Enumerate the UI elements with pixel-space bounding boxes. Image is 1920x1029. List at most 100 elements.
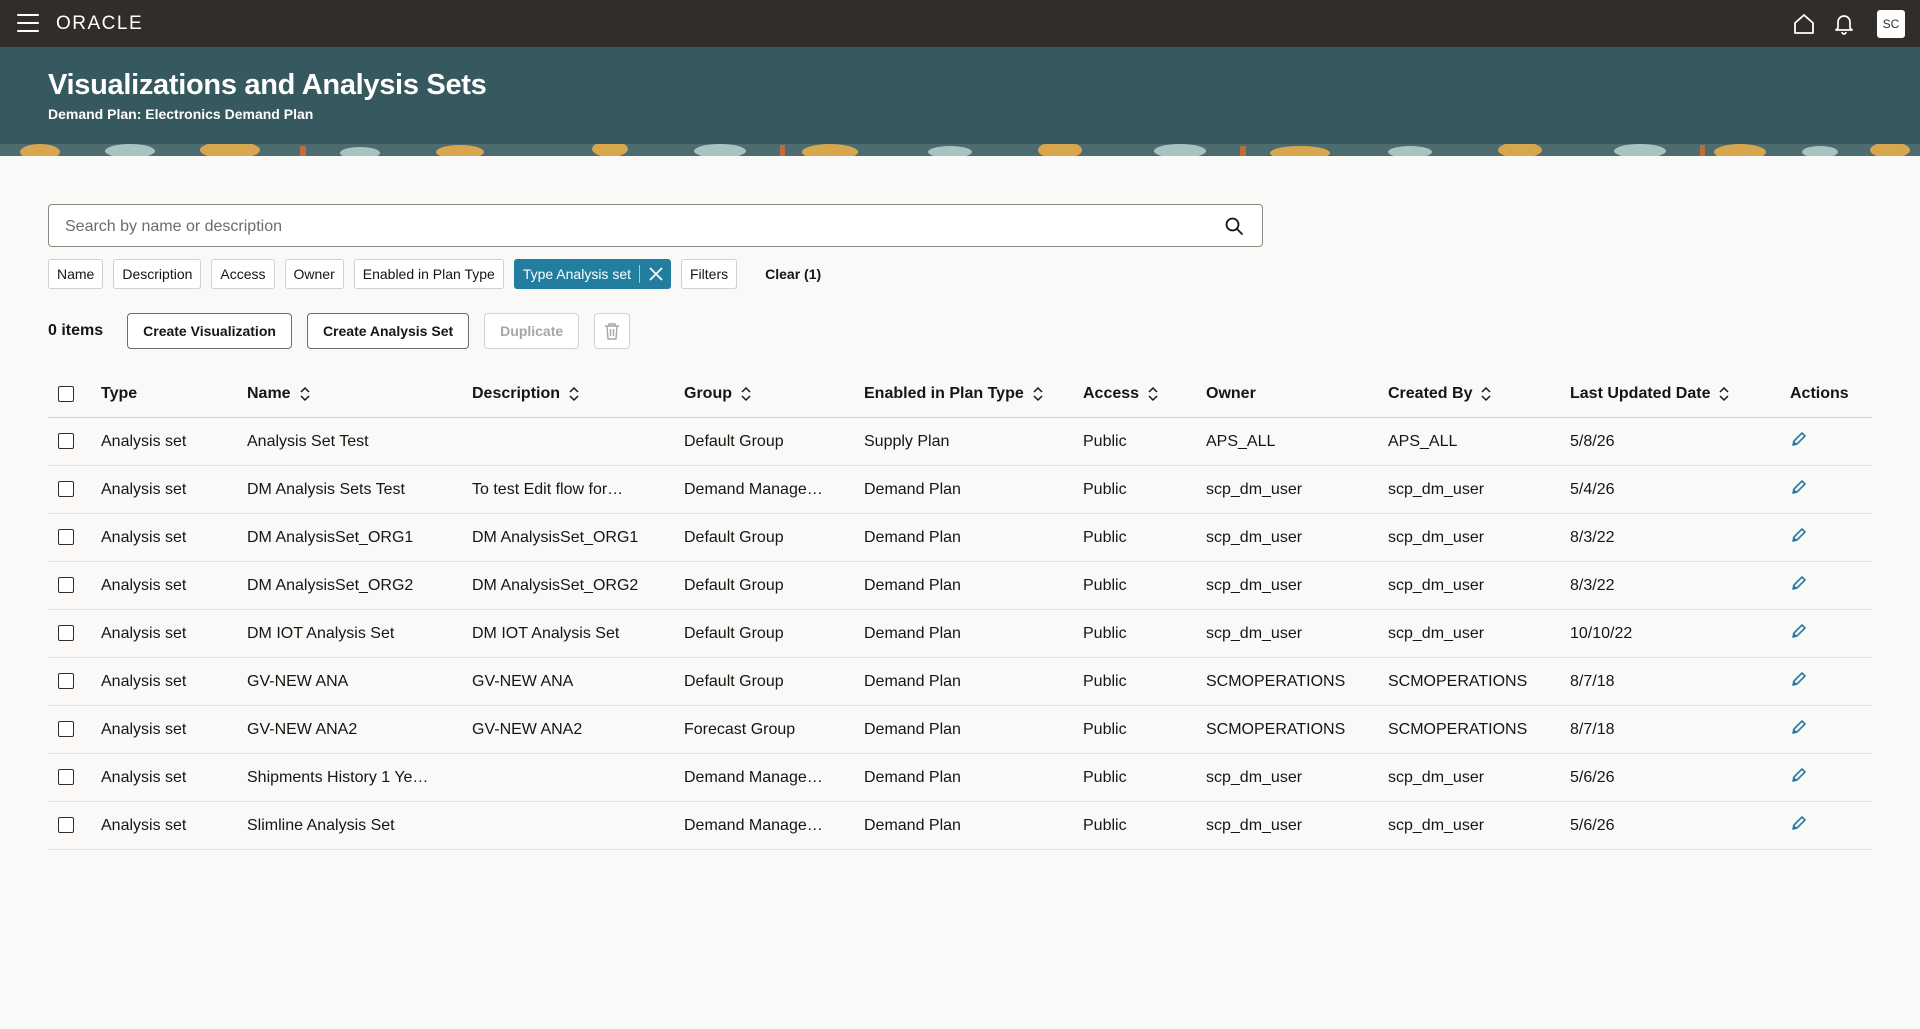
- notifications-bell-icon[interactable]: [1831, 11, 1857, 37]
- cell-name[interactable]: Slimline Analysis Set: [247, 801, 472, 850]
- select-all-checkbox[interactable]: [58, 385, 74, 402]
- active-filter-label: Type Analysis set: [522, 266, 631, 282]
- trash-icon: [605, 323, 620, 340]
- column-header-actions: Actions: [1790, 371, 1872, 418]
- row-checkbox[interactable]: [58, 529, 74, 546]
- sort-icon[interactable]: [740, 385, 752, 403]
- cell-description: To test Edit flow for…: [472, 465, 684, 514]
- row-checkbox[interactable]: [58, 577, 74, 594]
- cell-description: DM AnalysisSet_ORG1: [472, 513, 684, 562]
- edit-pencil-icon[interactable]: [1790, 670, 1808, 688]
- column-header-group[interactable]: Group: [684, 371, 864, 418]
- cell-enabled-in-plan-type: Supply Plan: [864, 417, 1083, 466]
- table-row[interactable]: Analysis set DM AnalysisSet_ORG2 DM Analys…: [48, 561, 1872, 610]
- cell-type: Analysis set: [101, 561, 247, 610]
- edit-pencil-icon[interactable]: [1790, 814, 1808, 832]
- filter-chip-access[interactable]: Access: [211, 259, 275, 289]
- cell-name[interactable]: GV-NEW ANA: [247, 657, 472, 706]
- row-checkbox[interactable]: [58, 433, 74, 450]
- cell-last-updated-date: 10/10/22: [1570, 609, 1790, 658]
- filter-chip-name[interactable]: Name: [48, 259, 104, 289]
- cell-enabled-in-plan-type: Demand Plan: [864, 513, 1083, 562]
- sort-icon[interactable]: [568, 385, 580, 403]
- row-checkbox[interactable]: [58, 673, 74, 690]
- filter-chip-type-active[interactable]: Type Analysis set: [513, 259, 671, 289]
- edit-pencil-icon[interactable]: [1790, 766, 1808, 784]
- column-header-access[interactable]: Access: [1083, 371, 1206, 418]
- cell-type: Analysis set: [101, 465, 247, 514]
- filter-chip-owner[interactable]: Owner: [284, 259, 344, 289]
- table-row[interactable]: Analysis set GV-NEW ANA GV-NEW ANA Default …: [48, 657, 1872, 706]
- cell-name[interactable]: Shipments History 1 Ye…: [247, 753, 472, 802]
- row-checkbox[interactable]: [58, 817, 74, 834]
- column-header-description[interactable]: Description: [472, 371, 684, 418]
- row-checkbox[interactable]: [58, 721, 74, 738]
- delete-button[interactable]: [594, 313, 631, 349]
- edit-pencil-icon[interactable]: [1790, 574, 1808, 592]
- filter-chip-description[interactable]: Description: [113, 259, 202, 289]
- table-row[interactable]: Analysis set Shipments History 1 Ye… Deman…: [48, 753, 1872, 802]
- cell-group: Demand Manage…: [684, 801, 864, 850]
- row-checkbox[interactable]: [58, 625, 74, 642]
- cell-created-by: scp_dm_user: [1388, 561, 1570, 610]
- column-header-name[interactable]: Name: [247, 371, 472, 418]
- cell-access: Public: [1083, 417, 1206, 466]
- sort-icon[interactable]: [1032, 385, 1044, 403]
- edit-pencil-icon[interactable]: [1790, 478, 1808, 496]
- cell-created-by: scp_dm_user: [1388, 801, 1570, 850]
- cell-name[interactable]: DM AnalysisSet_ORG2: [247, 561, 472, 610]
- cell-enabled-in-plan-type: Demand Plan: [864, 753, 1083, 802]
- cell-name[interactable]: Analysis Set Test: [247, 417, 472, 466]
- edit-pencil-icon[interactable]: [1790, 430, 1808, 448]
- cell-type: Analysis set: [101, 801, 247, 850]
- filter-chip-enabled-in-plan-type[interactable]: Enabled in Plan Type: [353, 259, 504, 289]
- table-row[interactable]: Analysis set DM AnalysisSet_ORG1 DM Analys…: [48, 513, 1872, 562]
- remove-filter-icon[interactable]: [646, 264, 666, 284]
- cell-created-by: SCMOPERATIONS: [1388, 705, 1570, 754]
- sort-icon[interactable]: [1480, 385, 1492, 403]
- cell-group: Default Group: [684, 609, 864, 658]
- user-avatar[interactable]: SC: [1877, 9, 1905, 38]
- cell-name[interactable]: GV-NEW ANA2: [247, 705, 472, 754]
- table-row[interactable]: Analysis set GV-NEW ANA2 GV-NEW ANA2 Foreca…: [48, 705, 1872, 754]
- clear-filters-link[interactable]: Clear (1): [765, 266, 821, 282]
- filters-button[interactable]: Filters: [681, 259, 738, 289]
- cell-enabled-in-plan-type: Demand Plan: [864, 801, 1083, 850]
- cell-name[interactable]: DM Analysis Sets Test: [247, 465, 472, 514]
- sort-icon[interactable]: [1147, 385, 1159, 403]
- search-input[interactable]: [49, 205, 1207, 248]
- column-header-last-updated-date[interactable]: Last Updated Date: [1570, 371, 1790, 418]
- cell-description: [472, 801, 684, 850]
- table-row[interactable]: Analysis set DM Analysis Sets Test To test…: [48, 465, 1872, 514]
- table-row[interactable]: Analysis set DM IOT Analysis Set DM IOT An…: [48, 609, 1872, 658]
- cell-last-updated-date: 8/3/22: [1570, 561, 1790, 610]
- search-icon[interactable]: [1224, 216, 1244, 236]
- table-row[interactable]: Analysis set Slimline Analysis Set Demand …: [48, 801, 1872, 850]
- column-header-type: Type: [101, 371, 247, 418]
- top-bar: ORACLE SC: [0, 0, 1920, 47]
- home-icon[interactable]: [1791, 11, 1817, 37]
- cell-access: Public: [1083, 753, 1206, 802]
- menu-icon[interactable]: [17, 14, 39, 32]
- cell-access: Public: [1083, 657, 1206, 706]
- column-header-enabled-in-plan-type[interactable]: Enabled in Plan Type: [864, 371, 1083, 418]
- filter-chips: Name Description Access Owner Enabled in…: [48, 259, 821, 289]
- cell-name[interactable]: DM IOT Analysis Set: [247, 609, 472, 658]
- sort-icon[interactable]: [1718, 385, 1730, 403]
- create-analysis-set-button[interactable]: Create Analysis Set: [306, 313, 470, 349]
- row-checkbox[interactable]: [58, 769, 74, 786]
- edit-pencil-icon[interactable]: [1790, 526, 1808, 544]
- edit-pencil-icon[interactable]: [1790, 622, 1808, 640]
- row-checkbox[interactable]: [58, 481, 74, 498]
- column-header-created-by[interactable]: Created By: [1388, 371, 1570, 418]
- cell-created-by: scp_dm_user: [1388, 609, 1570, 658]
- sort-icon[interactable]: [299, 385, 311, 403]
- duplicate-button[interactable]: Duplicate: [484, 313, 580, 349]
- edit-pencil-icon[interactable]: [1790, 718, 1808, 736]
- toolbar: 0 items Create Visualization Create Anal…: [48, 313, 645, 349]
- table-row[interactable]: Analysis set Analysis Set Test Default Gro…: [48, 417, 1872, 466]
- create-visualization-button[interactable]: Create Visualization: [127, 313, 292, 349]
- cell-enabled-in-plan-type: Demand Plan: [864, 561, 1083, 610]
- items-count: 0 items: [48, 322, 104, 339]
- cell-name[interactable]: DM AnalysisSet_ORG1: [247, 513, 472, 562]
